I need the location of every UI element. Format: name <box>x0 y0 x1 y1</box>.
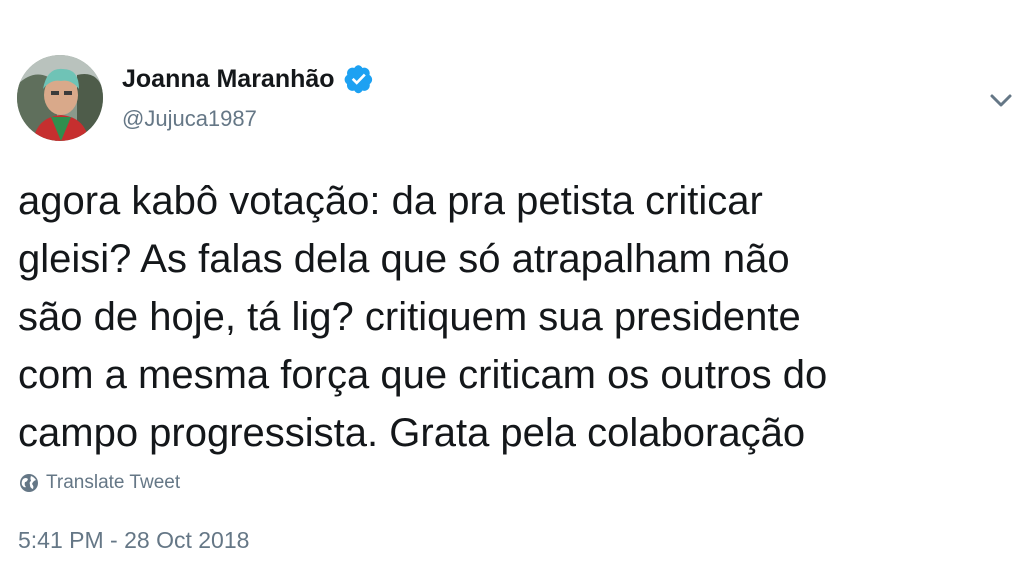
avatar[interactable] <box>17 55 103 141</box>
tweet-text-line: gleisi? As falas dela que só atrapalham … <box>18 237 790 281</box>
avatar-image <box>17 55 103 141</box>
tweet-text-line: são de hoje, tá lig? critiquem sua presi… <box>18 295 801 339</box>
translate-tweet-label: Translate Tweet <box>46 472 181 493</box>
tweet-text-line: com a mesma força que criticam os outros… <box>18 353 828 397</box>
tweet-text: agora kabô votação: da pra petista criti… <box>18 172 1018 462</box>
tweet-text-line: campo progressista. Grata pela colaboraç… <box>18 411 806 455</box>
tweet-card: Joanna Maranhão @Jujuca1987 agora kabô v… <box>0 0 1028 575</box>
display-name[interactable]: Joanna Maranhão <box>122 65 335 94</box>
author-handle[interactable]: @Jujuca1987 <box>122 106 257 132</box>
tweet-text-line: agora kabô votação: da pra petista criti… <box>18 179 763 223</box>
verified-badge-icon <box>344 65 372 94</box>
globe-icon <box>20 474 38 492</box>
author-row: Joanna Maranhão <box>122 64 374 94</box>
translate-tweet-button[interactable]: Translate Tweet <box>19 472 180 494</box>
chevron-down-icon[interactable] <box>986 88 1016 112</box>
tweet-timestamp[interactable]: 5:41 PM - 28 Oct 2018 <box>18 527 249 554</box>
